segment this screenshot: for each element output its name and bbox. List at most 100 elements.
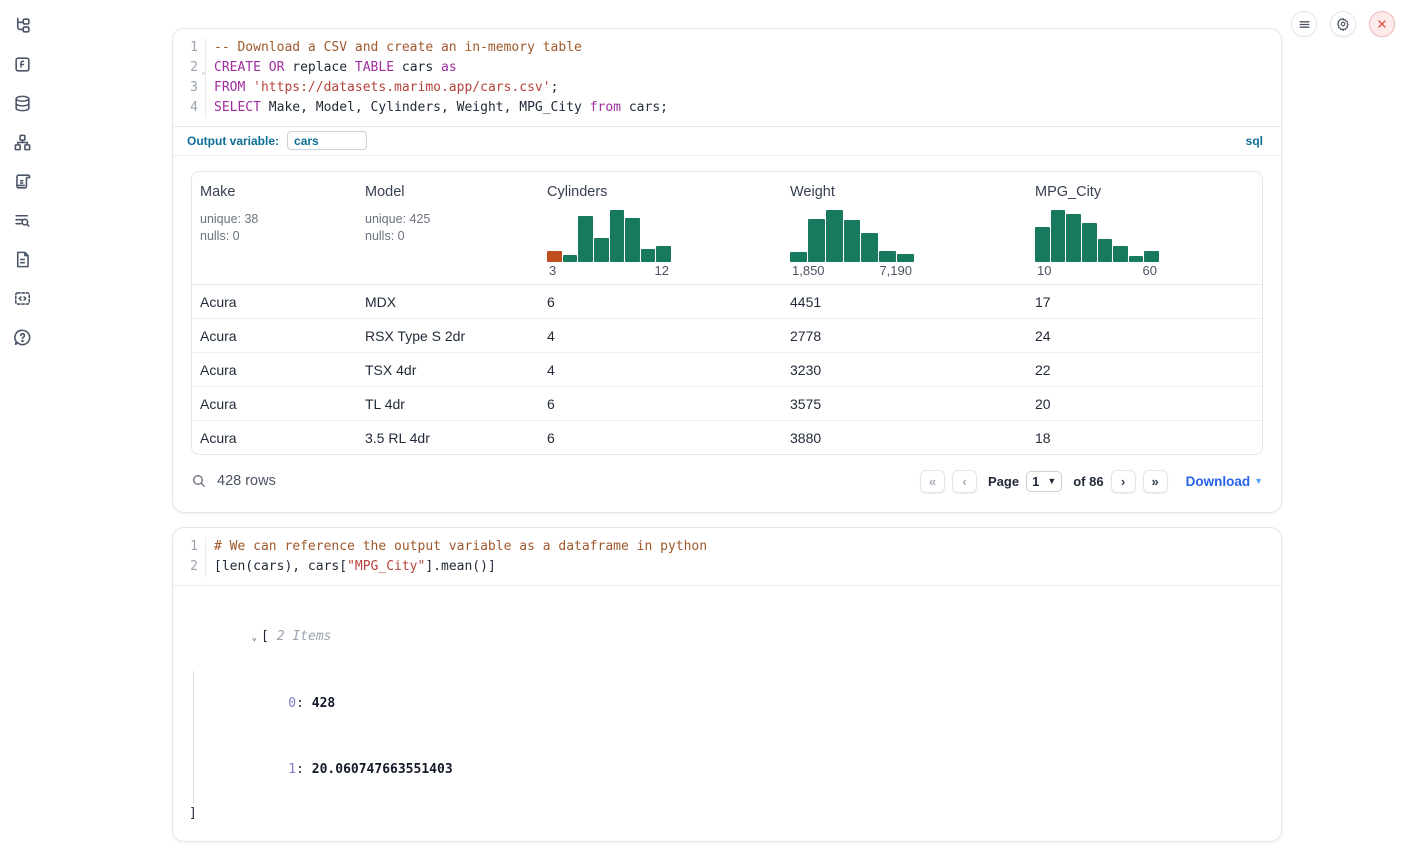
histogram-bar <box>563 255 578 262</box>
data-table: Make unique: 38 nulls: 0 Model unique: 4… <box>191 171 1263 455</box>
column-header-weight[interactable]: Weight 1,850 7,190 <box>782 172 1027 284</box>
line-number: 1 <box>173 38 206 58</box>
table-row[interactable]: Acura 3.5 RL 4dr 6 3880 18 <box>192 421 1262 454</box>
column-label: Model <box>365 184 531 200</box>
sql-token: SELECT <box>214 100 269 115</box>
column-header-make[interactable]: Make unique: 38 nulls: 0 <box>192 172 357 284</box>
page-select[interactable]: 1 ▼ <box>1026 471 1062 492</box>
histogram-bar <box>625 218 640 262</box>
python-cell: 1 # We can reference the output variable… <box>172 527 1282 842</box>
menu-button[interactable] <box>1291 11 1317 37</box>
table-footer: 428 rows « ‹ Page 1 ▼ of 86 › » Download… <box>191 464 1263 498</box>
sql-cell: 1 -- Download a CSV and create an in-mem… <box>172 28 1282 513</box>
notebook-actions <box>1291 11 1395 37</box>
axis-max-label: 12 <box>655 263 669 278</box>
datasources-icon[interactable] <box>11 92 33 114</box>
cell-mpg-city: 18 <box>1027 421 1262 454</box>
histogram-bar <box>826 210 843 262</box>
table-row[interactable]: Acura TL 4dr 6 3575 20 <box>192 387 1262 421</box>
prev-page-button[interactable]: ‹ <box>952 470 977 493</box>
histogram-bar <box>808 219 825 262</box>
sql-token: TABLE <box>355 60 402 75</box>
sql-string: 'https://datasets.marimo.app/cars.csv' <box>253 80 550 95</box>
histogram-bar <box>1144 251 1159 262</box>
axis-max-label: 60 <box>1143 263 1157 278</box>
scratchpad-icon[interactable] <box>11 170 33 192</box>
chevron-down-icon: ▼ <box>1047 476 1056 486</box>
histogram-bar <box>578 216 593 262</box>
weight-histogram[interactable]: 1,850 7,190 <box>790 210 914 278</box>
column-stat: unique: 38 <box>200 211 349 228</box>
dependency-graph-icon[interactable] <box>11 131 33 153</box>
column-header-cylinders[interactable]: Cylinders 3 12 <box>539 172 782 284</box>
cell-mpg-city: 24 <box>1027 319 1262 352</box>
cell-make: Acura <box>192 319 357 352</box>
histogram-bar <box>844 220 861 262</box>
pagination: « ‹ Page 1 ▼ of 86 › » <box>920 470 1168 493</box>
histogram-bar <box>861 233 878 262</box>
page-count-label: of 86 <box>1073 474 1103 489</box>
table-row[interactable]: Acura RSX Type S 2dr 4 2778 24 <box>192 319 1262 353</box>
file-explorer-icon[interactable] <box>11 14 33 36</box>
python-token: [len(cars), cars[ <box>214 559 347 574</box>
shutdown-button[interactable] <box>1369 11 1395 37</box>
line-number: 4 <box>173 98 206 118</box>
line-number: 1 <box>173 537 206 557</box>
first-page-button[interactable]: « <box>920 470 945 493</box>
sql-token: ; <box>551 80 559 95</box>
cell-make: Acura <box>192 285 357 318</box>
sql-token: cars <box>402 60 441 75</box>
logs-icon[interactable] <box>11 209 33 231</box>
table-header: Make unique: 38 nulls: 0 Model unique: 4… <box>192 172 1262 285</box>
python-editor[interactable]: 1 # We can reference the output variable… <box>173 528 1281 585</box>
cell-cylinders: 6 <box>539 285 782 318</box>
cell-model: TL 4dr <box>357 387 539 420</box>
cell-cylinders: 6 <box>539 421 782 454</box>
sql-editor[interactable]: 1 -- Download a CSV and create an in-mem… <box>173 29 1281 126</box>
entry-index: 0 <box>288 696 296 711</box>
download-label: Download <box>1186 474 1251 489</box>
settings-button[interactable] <box>1330 11 1356 37</box>
cylinders-histogram[interactable]: 3 12 <box>547 210 671 278</box>
histogram-bar <box>1113 246 1128 262</box>
cell-mpg-city: 17 <box>1027 285 1262 318</box>
cell-weight: 3575 <box>782 387 1027 420</box>
sql-token: from <box>590 100 621 115</box>
search-icon[interactable] <box>191 473 207 489</box>
last-page-button[interactable]: » <box>1143 470 1168 493</box>
column-header-mpg-city[interactable]: MPG_City 10 60 <box>1027 172 1262 284</box>
histogram-bar <box>610 210 625 262</box>
output-variable-input[interactable] <box>287 131 367 150</box>
output-variable-label: Output variable: <box>187 134 279 148</box>
histogram-bar <box>594 238 609 262</box>
histogram-bar <box>656 246 671 262</box>
table-row[interactable]: Acura TSX 4dr 4 3230 22 <box>192 353 1262 387</box>
mpg-city-histogram[interactable]: 10 60 <box>1035 210 1159 278</box>
sidebar <box>0 0 44 729</box>
column-label: Make <box>200 184 349 200</box>
sql-token: replace <box>292 60 355 75</box>
cell-model: RSX Type S 2dr <box>357 319 539 352</box>
download-button[interactable]: Download ▼ <box>1186 474 1263 489</box>
next-page-button[interactable]: › <box>1111 470 1136 493</box>
tree-collapse-icon[interactable]: ⌄ <box>252 633 257 643</box>
python-output-tree: ⌄[ 2 Items 0: 428 1: 20.060747663551403 … <box>173 585 1281 841</box>
column-label: Cylinders <box>547 184 774 200</box>
table-row[interactable]: Acura MDX 6 4451 17 <box>192 285 1262 319</box>
snippets-icon[interactable] <box>11 287 33 309</box>
python-comment: # We can reference the output variable a… <box>214 539 707 554</box>
sql-token: Make, Model, Cylinders, Weight, MPG_City <box>269 100 590 115</box>
help-icon[interactable] <box>11 326 33 348</box>
column-header-model[interactable]: Model unique: 425 nulls: 0 <box>357 172 539 284</box>
entry-index: 1 <box>288 762 296 777</box>
documentation-icon[interactable] <box>11 248 33 270</box>
python-token: ].mean()] <box>425 559 495 574</box>
line-number: 2 <box>173 557 206 577</box>
entry-separator: : <box>296 762 312 777</box>
rows-count: 428 rows <box>217 473 276 489</box>
histogram-bar <box>641 249 656 262</box>
column-label: Weight <box>790 184 1019 200</box>
cell-model: 3.5 RL 4dr <box>357 421 539 454</box>
cell-make: Acura <box>192 421 357 454</box>
variables-icon[interactable] <box>11 53 33 75</box>
